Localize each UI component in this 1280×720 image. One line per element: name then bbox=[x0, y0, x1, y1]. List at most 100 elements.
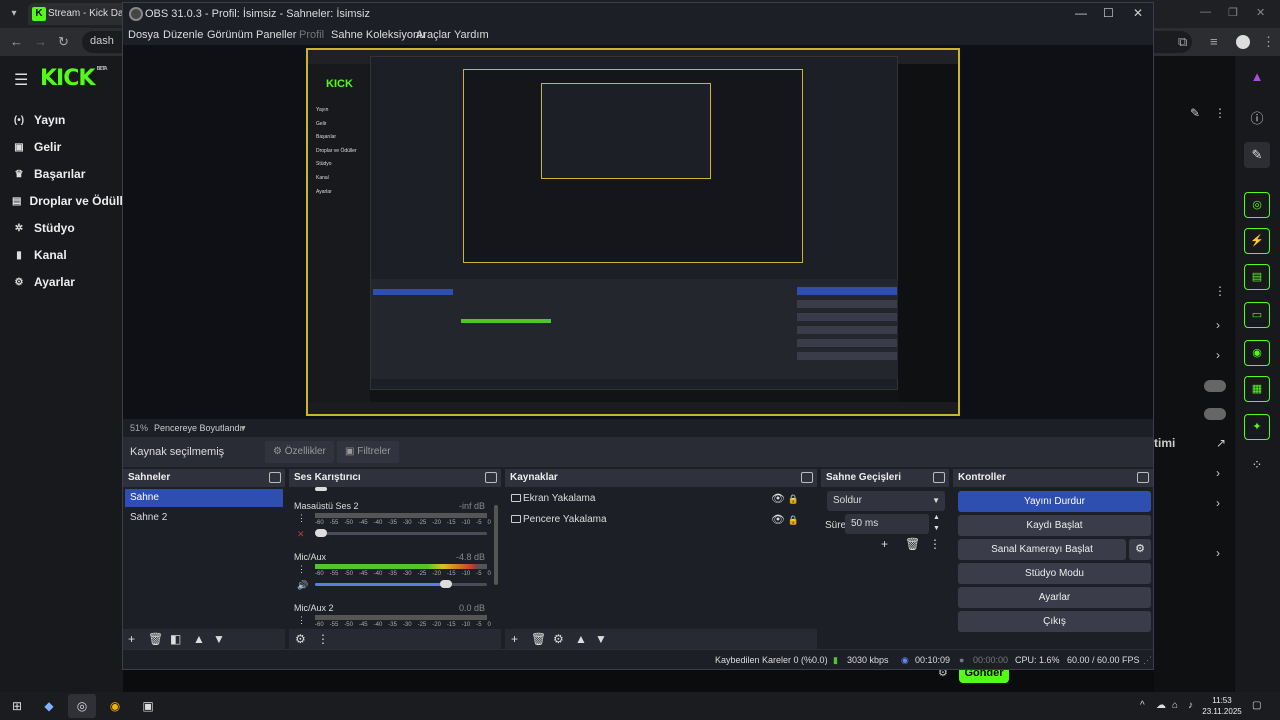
tab-search-icon[interactable]: ▾ bbox=[6, 6, 22, 22]
notifications-icon[interactable]: ▢ bbox=[1252, 700, 1261, 711]
menu-araçlar[interactable]: Araçlar bbox=[416, 29, 451, 41]
document-icon[interactable]: ▤ bbox=[1244, 264, 1270, 290]
undock-icon[interactable] bbox=[485, 472, 497, 483]
lock-icon[interactable]: 🔒 bbox=[788, 489, 799, 509]
channel-menu-icon[interactable]: ⋮ bbox=[297, 513, 306, 524]
menu-dosya[interactable]: Dosya bbox=[128, 29, 159, 41]
browser-menu-icon[interactable]: ⋮ bbox=[1262, 34, 1275, 50]
resize-grip-icon[interactable]: ⋰ bbox=[1143, 655, 1152, 666]
chevron-right-icon-2[interactable]: › bbox=[1216, 348, 1220, 362]
app-icon[interactable]: ▣ bbox=[139, 698, 157, 714]
source-item[interactable]: Pencere Yakalama 👁 🔒 bbox=[509, 510, 799, 530]
obs-minimize-icon[interactable]: — bbox=[1075, 6, 1087, 20]
mixer-settings-icon[interactable]: ⚙ bbox=[295, 632, 306, 646]
source-up-icon[interactable]: ▲ bbox=[575, 632, 587, 646]
chevron-right-icon-4[interactable]: › bbox=[1216, 496, 1220, 510]
obs-preview[interactable]: KICK Yayın Gelir Başarılar Droplar ve Ödüll… bbox=[123, 45, 1153, 419]
preview-canvas[interactable]: KICK Yayın Gelir Başarılar Droplar ve Ödüll… bbox=[306, 48, 960, 416]
lock-icon[interactable]: 🔒 bbox=[788, 510, 799, 530]
menu-yardım[interactable]: Yardım bbox=[454, 29, 489, 41]
kick-nav-item[interactable]: (•) Yayın bbox=[0, 108, 123, 132]
spin-down-icon[interactable]: ▼ bbox=[933, 525, 940, 532]
info-icon[interactable]: ⓘ bbox=[1244, 106, 1270, 132]
control-button[interactable]: Ayarlar bbox=[958, 587, 1151, 608]
kick-nav-item[interactable]: ♛ Başarılar bbox=[0, 162, 123, 186]
chat-icon[interactable]: ▭ bbox=[1244, 302, 1270, 328]
add-transition-icon[interactable]: + bbox=[881, 537, 888, 551]
browser-maximize-icon[interactable]: ❐ bbox=[1228, 6, 1238, 19]
kick-nav-item[interactable]: ▣ Gelir bbox=[0, 135, 123, 159]
source-down-icon[interactable]: ▼ bbox=[595, 632, 607, 646]
external-link-icon[interactable]: ↗ bbox=[1216, 436, 1226, 450]
kick-nav-item[interactable]: ▤ Droplar ve Ödüller bbox=[0, 189, 123, 213]
obs-maximize-icon[interactable]: ☐ bbox=[1103, 6, 1114, 20]
browser-close-icon[interactable]: ✕ bbox=[1256, 6, 1265, 19]
channel-menu-icon[interactable]: ⋮ bbox=[297, 615, 306, 626]
transition-type-select[interactable]: Soldur ▼ bbox=[827, 491, 945, 511]
edit-icon[interactable]: ✎ bbox=[1190, 106, 1200, 120]
network-icon[interactable]: ⌂ bbox=[1172, 700, 1178, 711]
menu-görünüm[interactable]: Görünüm bbox=[207, 29, 253, 41]
wrench-icon[interactable]: ✦ bbox=[1244, 414, 1270, 440]
virtual-camera-settings-icon[interactable]: ⚙ bbox=[1129, 539, 1151, 560]
channel-menu-icon[interactable]: ⋮ bbox=[297, 564, 306, 575]
control-button[interactable]: Kaydı Başlat bbox=[958, 515, 1151, 536]
chevron-right-icon[interactable]: › bbox=[1216, 318, 1220, 332]
kick-nav-item[interactable]: ⚙ Ayarlar bbox=[0, 270, 123, 294]
control-button[interactable]: Yayını Durdur bbox=[958, 491, 1151, 512]
spin-up-icon[interactable]: ▲ bbox=[933, 514, 940, 521]
menu-sahne koleksiyonu[interactable]: Sahne Koleksiyonu bbox=[331, 29, 425, 41]
panel-menu-icon-2[interactable]: ⋮ bbox=[1214, 284, 1226, 298]
visibility-eye-icon[interactable]: 👁 bbox=[771, 489, 785, 509]
kick-nav-item[interactable]: ▮ Kanal bbox=[0, 243, 123, 267]
kick-logo[interactable]: KICK BETA bbox=[40, 66, 108, 91]
control-button[interactable]: Sanal Kamerayı Başlat bbox=[958, 539, 1126, 560]
volume-knob[interactable] bbox=[315, 529, 327, 537]
undock-icon[interactable] bbox=[269, 472, 281, 483]
profile-avatar[interactable] bbox=[1236, 35, 1250, 49]
back-icon[interactable]: ← bbox=[10, 34, 23, 49]
control-button[interactable]: Stüdyo Modu bbox=[958, 563, 1151, 584]
toggle-switch[interactable] bbox=[1204, 380, 1226, 392]
move-down-icon[interactable]: ▼ bbox=[213, 632, 225, 646]
speaker-icon[interactable]: 🔊 bbox=[297, 580, 308, 591]
mixer-menu-icon[interactable]: ⋮ bbox=[317, 632, 329, 646]
undock-icon[interactable] bbox=[933, 472, 945, 483]
filters-button[interactable]: ▣ Filtreler bbox=[337, 441, 399, 463]
menu-profil[interactable]: Profil bbox=[299, 29, 324, 41]
system-clock[interactable]: 11:53 23.11.2025 bbox=[1202, 695, 1242, 717]
volume-icon[interactable]: ♪ bbox=[1188, 700, 1193, 711]
duration-field[interactable]: 50 ms bbox=[845, 514, 929, 534]
windows-start-icon[interactable]: ⊞ bbox=[8, 698, 26, 714]
add-scene-icon[interactable]: + bbox=[128, 632, 135, 646]
stream-key-icon[interactable]: ◎ bbox=[1244, 192, 1270, 218]
scene-filters-icon[interactable]: ◧ bbox=[170, 632, 181, 646]
move-up-icon[interactable]: ▲ bbox=[193, 632, 205, 646]
tray-chevron-icon[interactable]: ^ bbox=[1140, 700, 1145, 711]
hamburger-icon[interactable]: ☰ bbox=[14, 70, 28, 90]
menu-düzenle[interactable]: Düzenle bbox=[163, 29, 203, 41]
undock-icon[interactable] bbox=[801, 472, 813, 483]
zoom-dropdown-icon[interactable]: ▾ bbox=[241, 423, 246, 434]
broadcast-rail-icon[interactable]: ◉ bbox=[1244, 340, 1270, 366]
layout-icon[interactable]: ▦ bbox=[1244, 376, 1270, 402]
remove-source-icon[interactable]: 🗑 bbox=[531, 632, 546, 646]
muted-speaker-icon[interactable]: ✕ bbox=[297, 529, 305, 540]
source-properties-icon[interactable]: ⚙ bbox=[553, 632, 564, 646]
panel-menu-icon[interactable]: ⋮ bbox=[1214, 106, 1226, 120]
mixer-scrollbar[interactable] bbox=[494, 505, 498, 585]
toggle-switch-2[interactable] bbox=[1204, 408, 1226, 420]
chevron-right-icon-3[interactable]: › bbox=[1216, 466, 1220, 480]
steam-icon[interactable]: ◆ bbox=[40, 698, 58, 714]
undock-icon[interactable] bbox=[1137, 472, 1149, 483]
browser-minimize-icon[interactable]: — bbox=[1200, 6, 1211, 18]
more-tools-icon[interactable]: ⁘ bbox=[1244, 452, 1270, 478]
forward-icon[interactable]: → bbox=[34, 34, 47, 49]
add-source-icon[interactable]: + bbox=[511, 632, 518, 646]
menu-paneller[interactable]: Paneller bbox=[256, 29, 296, 41]
chrome-icon[interactable]: ◉ bbox=[106, 698, 124, 714]
kick-nav-item[interactable]: ✲ Stüdyo bbox=[0, 216, 123, 240]
remove-scene-icon[interactable]: 🗑 bbox=[148, 632, 163, 646]
visibility-eye-icon[interactable]: 👁 bbox=[771, 510, 785, 530]
volume-slider[interactable] bbox=[315, 583, 487, 586]
